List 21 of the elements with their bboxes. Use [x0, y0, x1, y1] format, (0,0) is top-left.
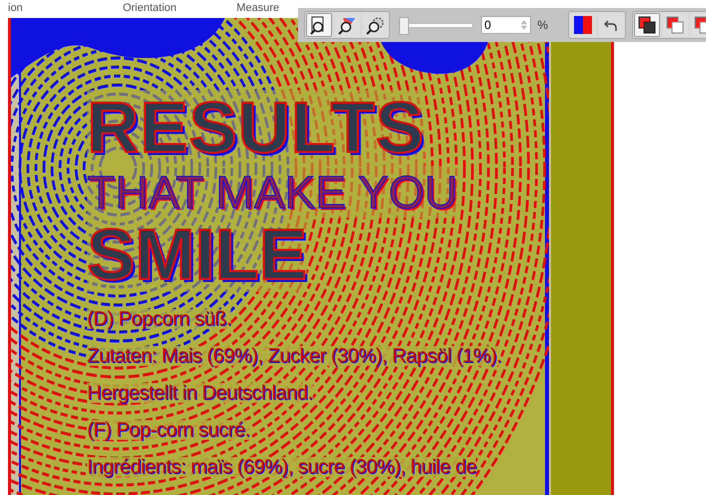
tool-button[interactable] [334, 13, 360, 37]
color-swatch-icon [573, 15, 593, 35]
slider-thumb[interactable] [399, 16, 409, 34]
poster-tagline: SMILE [87, 218, 308, 292]
layer-mode-button[interactable] [634, 13, 660, 37]
poster-headline: RESULTS [87, 90, 425, 166]
color-magnifier-icon [337, 15, 357, 35]
tool-button[interactable] [362, 13, 388, 37]
overlap-squares-icon [665, 15, 685, 35]
number-field[interactable]: 0 [481, 16, 532, 34]
undo-button[interactable] [598, 13, 624, 37]
tool-button[interactable] [306, 13, 332, 37]
overlap-squares-icon [637, 15, 657, 35]
poster-subheading: THAT MAKE YOU [87, 166, 458, 218]
column-heading[interactable]: ion [8, 1, 23, 18]
column-heading[interactable]: Measure [236, 1, 280, 18]
column-heading[interactable]: Orientation [122, 1, 176, 18]
color-swap-button[interactable] [570, 13, 596, 37]
unit-label: % [537, 18, 548, 32]
gear-magnifier-icon [365, 15, 385, 35]
undo-arrow-icon [604, 18, 618, 32]
